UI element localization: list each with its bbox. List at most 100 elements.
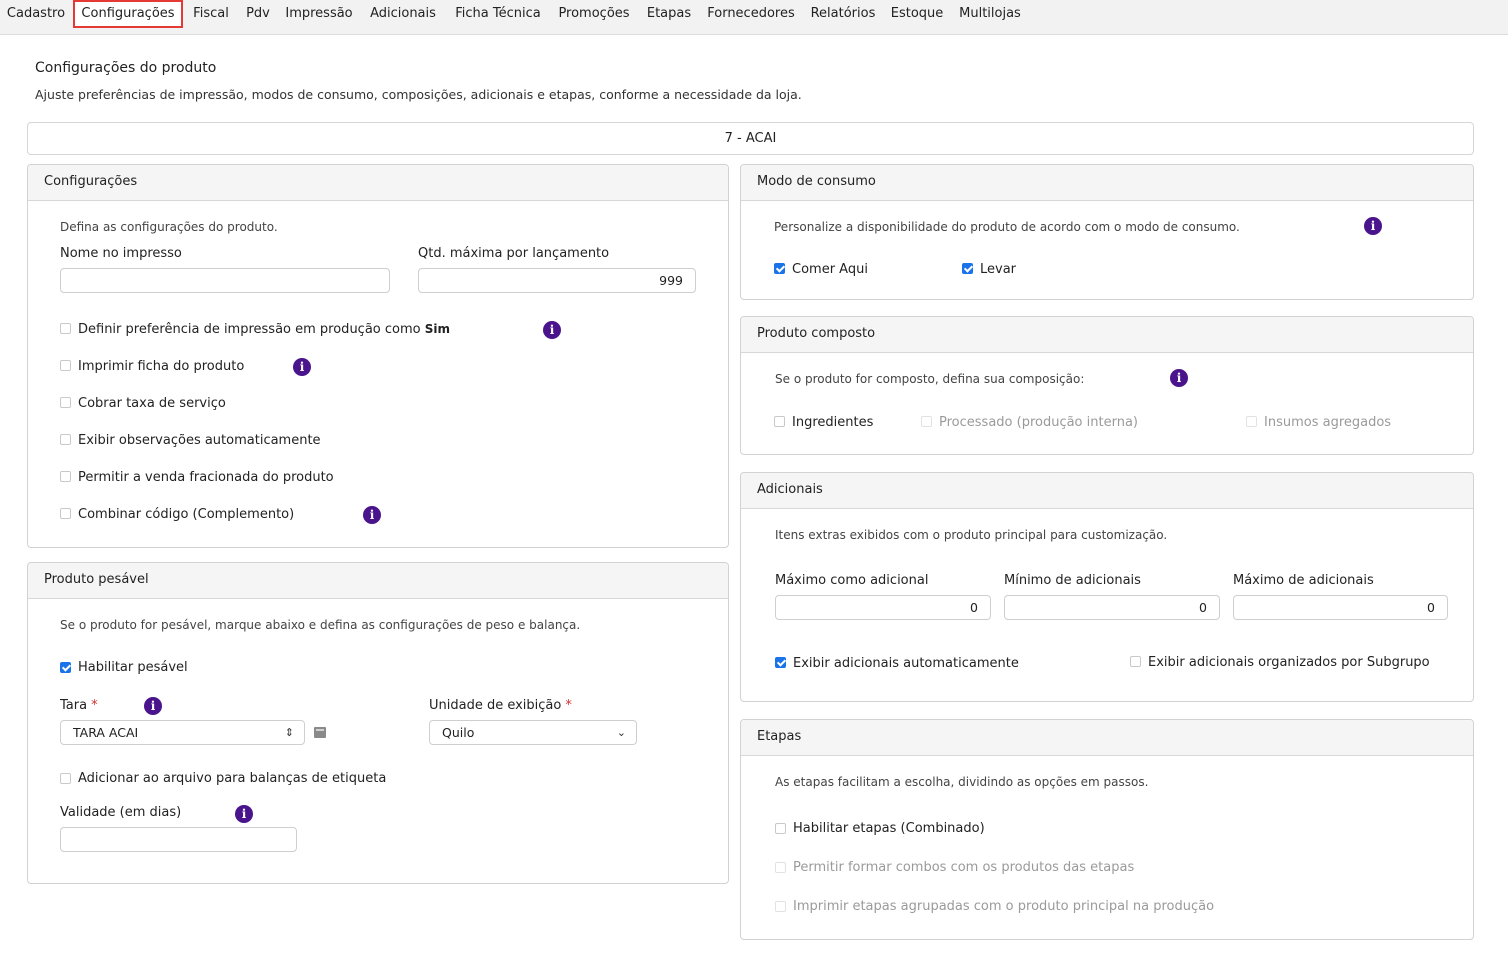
exibir-adicionais-auto-checkbox[interactable]	[775, 657, 786, 668]
habilitar-pesavel-label: Habilitar pesável	[78, 660, 188, 675]
tara-label-text: Tara	[60, 698, 88, 713]
calculator-icon[interactable]	[314, 727, 326, 738]
habilitar-pesavel-checkbox[interactable]	[60, 662, 71, 673]
chevron-down-icon: ⌄	[616, 726, 626, 739]
imprimir-agrupadas-label: Imprimir etapas agrupadas com o produto …	[793, 899, 1215, 914]
qtd-maxima-label: Qtd. máxima por lançamento	[418, 246, 610, 261]
cobrar-taxa-checkbox[interactable]	[60, 397, 71, 408]
validade-label: Validade (em dias)	[60, 805, 182, 820]
modo-consumo-card: Modo de consumo Personalize a disponibil…	[740, 164, 1474, 300]
processado-checkbox[interactable]	[921, 416, 932, 427]
preferencia-impressao-label: Definir preferência de impressão em prod…	[78, 322, 450, 337]
preferencia-impressao-checkbox[interactable]	[60, 323, 71, 334]
product-name-bar: 7 - ACAI	[27, 122, 1474, 155]
insumos-label: Insumos agregados	[1264, 415, 1392, 430]
tab-impressao[interactable]: Impressão	[283, 0, 355, 28]
tab-multilojas[interactable]: Multilojas	[955, 0, 1025, 28]
processado-label: Processado (produção interna)	[939, 415, 1138, 430]
etapas-header: Etapas	[741, 720, 1473, 756]
produto-composto-card: Produto composto Se o produto for compos…	[740, 316, 1474, 455]
info-icon[interactable]: i	[543, 321, 561, 339]
unidade-exibicao-text: Unidade de exibição	[429, 698, 562, 713]
exibir-subgrupo-checkbox[interactable]	[1130, 656, 1141, 667]
info-icon[interactable]: i	[144, 697, 162, 715]
levar-checkbox[interactable]	[962, 263, 973, 274]
info-icon[interactable]: i	[293, 358, 311, 376]
arquivo-balancas-checkbox[interactable]	[60, 773, 71, 784]
comer-aqui-checkbox[interactable]	[774, 263, 785, 274]
tab-etapas[interactable]: Etapas	[643, 0, 695, 28]
tab-bar: Cadastro Configurações Fiscal Pdv Impres…	[0, 0, 1508, 35]
produto-composto-description: Se o produto for composto, defina sua co…	[775, 372, 1085, 386]
imprimir-agrupadas-checkbox[interactable]	[775, 901, 786, 912]
formar-combos-checkbox[interactable]	[775, 862, 786, 873]
preferencia-impressao-text: Definir preferência de impressão em prod…	[78, 322, 421, 337]
unidade-exibicao-value: Quilo	[442, 725, 475, 740]
configuracoes-description: Defina as configurações do produto.	[60, 220, 278, 234]
venda-fracionada-label: Permitir a venda fracionada do produto	[78, 470, 334, 485]
validade-input[interactable]	[60, 827, 297, 852]
comer-aqui-label: Comer Aqui	[792, 262, 868, 277]
nome-impresso-input[interactable]	[60, 268, 390, 293]
exibir-subgrupo-label: Exibir adicionais organizados por Subgru…	[1148, 655, 1430, 670]
produto-composto-header: Produto composto	[741, 317, 1473, 353]
exibir-observacoes-label: Exibir observações automaticamente	[78, 433, 321, 448]
etapas-card: Etapas As etapas facilitam a escolha, di…	[740, 719, 1474, 940]
tab-cadastro[interactable]: Cadastro	[0, 0, 72, 28]
max-como-adicional-label: Máximo como adicional	[775, 573, 929, 588]
adicionais-header: Adicionais	[741, 473, 1473, 509]
tab-ficha-tecnica[interactable]: Ficha Técnica	[450, 0, 546, 28]
tab-configuracoes[interactable]: Configurações	[73, 0, 183, 28]
combinar-codigo-label: Combinar código (Complemento)	[78, 507, 295, 522]
max-adicionais-label: Máximo de adicionais	[1233, 573, 1374, 588]
arquivo-balancas-label: Adicionar ao arquivo para balanças de et…	[78, 771, 387, 786]
combinar-codigo-checkbox[interactable]	[60, 508, 71, 519]
info-icon[interactable]: i	[235, 805, 253, 823]
exibir-adicionais-auto-label: Exibir adicionais automaticamente	[793, 656, 1019, 671]
min-adicionais-input[interactable]	[1004, 595, 1220, 620]
insumos-checkbox[interactable]	[1246, 416, 1257, 427]
unidade-exibicao-select[interactable]: Quilo ⌄	[429, 720, 637, 745]
levar-label: Levar	[980, 262, 1017, 277]
cobrar-taxa-label: Cobrar taxa de serviço	[78, 396, 226, 411]
tab-relatorios[interactable]: Relatórios	[807, 0, 879, 28]
produto-pesavel-header: Produto pesável	[28, 563, 728, 599]
min-adicionais-label: Mínimo de adicionais	[1004, 573, 1141, 588]
tab-fornecedores[interactable]: Fornecedores	[703, 0, 799, 28]
exibir-observacoes-checkbox[interactable]	[60, 434, 71, 445]
modo-consumo-header: Modo de consumo	[741, 165, 1473, 201]
nome-impresso-label: Nome no impresso	[60, 246, 182, 261]
etapas-description: As etapas facilitam a escolha, dividindo…	[775, 775, 1149, 789]
required-mark: *	[91, 698, 98, 713]
qtd-maxima-input[interactable]	[418, 268, 696, 293]
info-icon[interactable]: i	[1170, 369, 1188, 387]
preferencia-impressao-value: Sim	[424, 322, 451, 336]
tab-estoque[interactable]: Estoque	[886, 0, 948, 28]
habilitar-etapas-checkbox[interactable]	[775, 823, 786, 834]
configuracoes-header: Configurações	[28, 165, 728, 201]
tab-pdv[interactable]: Pdv	[241, 0, 275, 28]
formar-combos-label: Permitir formar combos com os produtos d…	[793, 860, 1135, 875]
tab-promocoes[interactable]: Promoções	[554, 0, 634, 28]
habilitar-etapas-label: Habilitar etapas (Combinado)	[793, 821, 985, 836]
max-adicionais-input[interactable]	[1233, 595, 1448, 620]
tab-adicionais[interactable]: Adicionais	[364, 0, 442, 28]
ingredientes-checkbox[interactable]	[774, 416, 785, 427]
info-icon[interactable]: i	[1364, 217, 1382, 235]
adicionais-card: Adicionais Itens extras exibidos com o p…	[740, 472, 1474, 702]
page-description: Ajuste preferências de impressão, modos …	[35, 87, 802, 102]
venda-fracionada-checkbox[interactable]	[60, 471, 71, 482]
required-mark: *	[565, 698, 572, 713]
tara-label: Tara *	[60, 698, 98, 713]
tab-fiscal[interactable]: Fiscal	[189, 0, 233, 28]
modo-consumo-description: Personalize a disponibilidade do produto…	[774, 220, 1240, 234]
imprimir-ficha-label: Imprimir ficha do produto	[78, 359, 245, 374]
max-como-adicional-input[interactable]	[775, 595, 991, 620]
sort-arrows-icon: ⇕	[284, 726, 294, 739]
configuracoes-card: Configurações Defina as configurações do…	[27, 164, 729, 548]
ingredientes-label: Ingredientes	[792, 415, 874, 430]
page-title: Configurações do produto	[35, 60, 217, 76]
imprimir-ficha-checkbox[interactable]	[60, 360, 71, 371]
tara-select[interactable]: TARA ACAI ⇕	[60, 720, 305, 745]
info-icon[interactable]: i	[363, 506, 381, 524]
